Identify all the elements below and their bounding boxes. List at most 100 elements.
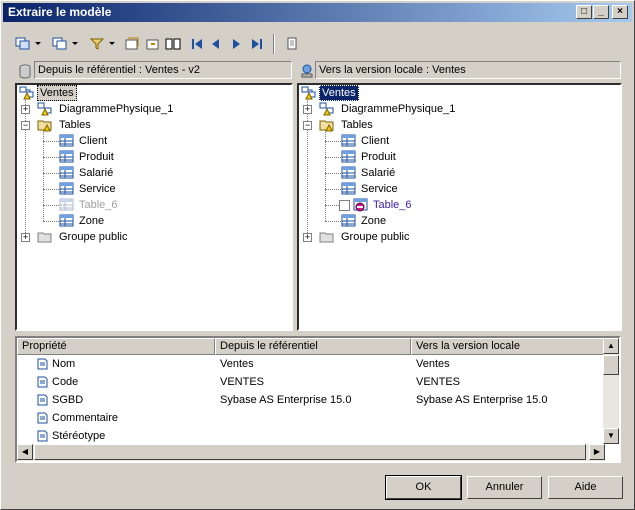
tree-line: [25, 97, 26, 237]
include-checkbox[interactable]: [339, 200, 350, 211]
right-tree[interactable]: Ventes + DiagrammePhysique_1 − Tables Cl…: [297, 83, 622, 331]
compare-icon[interactable]: [165, 37, 181, 51]
select-all-icon[interactable]: [15, 37, 31, 51]
property-icon: [35, 429, 51, 443]
tree-node-label: Produit: [361, 151, 396, 163]
tree-node-label: Produit: [79, 151, 114, 163]
expand-toggle[interactable]: +: [21, 233, 30, 242]
table-icon: [341, 134, 357, 148]
repository-value: Ventes: [220, 358, 254, 370]
tree-node-label: Zone: [79, 215, 105, 227]
title-bar[interactable]: Extraire le modèle _ □ ×: [3, 3, 632, 22]
table-icon: [59, 182, 75, 196]
property-grid[interactable]: Propriété Depuis le référentiel Vers la …: [15, 336, 621, 463]
tree-node-label: Tables: [59, 119, 91, 131]
tree-node-label: Table_6: [373, 199, 412, 211]
column-header-property[interactable]: Propriété: [17, 338, 215, 355]
tree-line: [43, 205, 59, 206]
tree-node-label: DiagrammePhysique_1: [341, 103, 456, 115]
toolbar: [5, 31, 405, 57]
folder-icon: [319, 230, 335, 244]
tree-line: [43, 189, 59, 190]
tree-line: [43, 157, 59, 158]
table-row[interactable]: Commentaire: [17, 409, 607, 427]
folder-icon: [37, 118, 53, 132]
ok-button[interactable]: OK: [385, 475, 462, 500]
scroll-thumb[interactable]: [603, 355, 619, 375]
collapse-icon[interactable]: [145, 37, 161, 51]
table-icon: [341, 182, 357, 196]
chevron-down-icon[interactable]: [108, 37, 116, 51]
left-pane-header: Depuis le référentiel : Ventes - v2: [34, 61, 292, 79]
table-icon: [59, 150, 75, 164]
tree-node-label: Zone: [361, 215, 387, 227]
next-icon[interactable]: [228, 37, 244, 51]
window-title: Extraire le modèle: [8, 5, 112, 19]
tree-node-label: Groupe public: [59, 231, 128, 243]
document-icon[interactable]: [284, 37, 300, 51]
property-icon: [35, 411, 51, 425]
table-icon: [59, 166, 75, 180]
property-icon: [35, 393, 51, 407]
tree-node-label: Client: [79, 135, 108, 147]
deselect-icon[interactable]: [52, 37, 68, 51]
cancel-button[interactable]: Annuler: [467, 476, 542, 499]
tree-node-label: Service: [361, 183, 398, 195]
scroll-right-button[interactable]: ▶: [589, 444, 605, 460]
tree-node-label: Service: [79, 183, 116, 195]
left-tree[interactable]: Ventes + DiagrammePhysique_1 − Tables Cl…: [15, 83, 293, 331]
tree-line: [43, 141, 59, 142]
tree-node-label: Groupe public: [341, 231, 410, 243]
property-name: Nom: [52, 358, 76, 370]
tree-line: [325, 189, 341, 190]
scroll-left-button[interactable]: ◀: [17, 444, 33, 460]
tree-line: [307, 97, 308, 237]
maximize-button[interactable]: □: [576, 5, 592, 19]
local-value: VENTES: [416, 376, 461, 388]
column-header-repository[interactable]: Depuis le référentiel: [215, 338, 411, 355]
last-icon[interactable]: [249, 37, 265, 51]
table-row[interactable]: Stéréotype: [17, 427, 607, 445]
tree-node-label: Tables: [341, 119, 373, 131]
vertical-scrollbar[interactable]: ▲ ▼: [603, 338, 619, 444]
repository-value: Sybase AS Enterprise 15.0: [220, 394, 352, 406]
tree-node-label: DiagrammePhysique_1: [59, 103, 174, 115]
expand-icon[interactable]: [124, 37, 140, 51]
table-icon: [59, 134, 75, 148]
property-name: SGBD: [52, 394, 84, 406]
expand-toggle[interactable]: +: [21, 105, 30, 114]
property-name: Code: [52, 376, 79, 388]
filter-icon[interactable]: [89, 37, 105, 51]
tree-line: [325, 157, 341, 158]
model-icon: [19, 86, 35, 100]
table-row[interactable]: Code VENTES VENTES: [17, 373, 607, 391]
toolbar-separator: [273, 34, 275, 54]
collapse-toggle[interactable]: −: [21, 121, 30, 130]
table-row[interactable]: Nom Ventes Ventes: [17, 355, 607, 373]
scroll-thumb[interactable]: [34, 444, 586, 460]
help-button[interactable]: Aide: [548, 476, 623, 499]
local-value: Ventes: [416, 358, 450, 370]
expand-toggle[interactable]: +: [303, 105, 312, 114]
minimize-button[interactable]: _: [593, 5, 609, 19]
tree-node-label: Ventes: [37, 85, 77, 101]
property-name: Stéréotype: [52, 430, 106, 442]
tree-line: [325, 221, 341, 222]
table-icon: [59, 214, 75, 228]
close-button[interactable]: ×: [612, 5, 628, 19]
first-icon[interactable]: [189, 37, 205, 51]
expand-toggle[interactable]: +: [303, 233, 312, 242]
table-row[interactable]: SGBD Sybase AS Enterprise 15.0 Sybase AS…: [17, 391, 607, 409]
horizontal-scrollbar[interactable]: ◀ ▶: [17, 444, 605, 461]
scroll-down-button[interactable]: ▼: [603, 428, 619, 444]
column-header-local[interactable]: Vers la version locale: [411, 338, 607, 355]
previous-icon[interactable]: [208, 37, 224, 51]
folder-icon: [319, 118, 335, 132]
tree-line: [43, 221, 59, 222]
chevron-down-icon[interactable]: [34, 37, 42, 51]
diagram-icon: [37, 102, 53, 116]
scroll-up-button[interactable]: ▲: [603, 338, 619, 354]
chevron-down-icon[interactable]: [71, 37, 79, 51]
table-icon: [341, 214, 357, 228]
collapse-toggle[interactable]: −: [303, 121, 312, 130]
